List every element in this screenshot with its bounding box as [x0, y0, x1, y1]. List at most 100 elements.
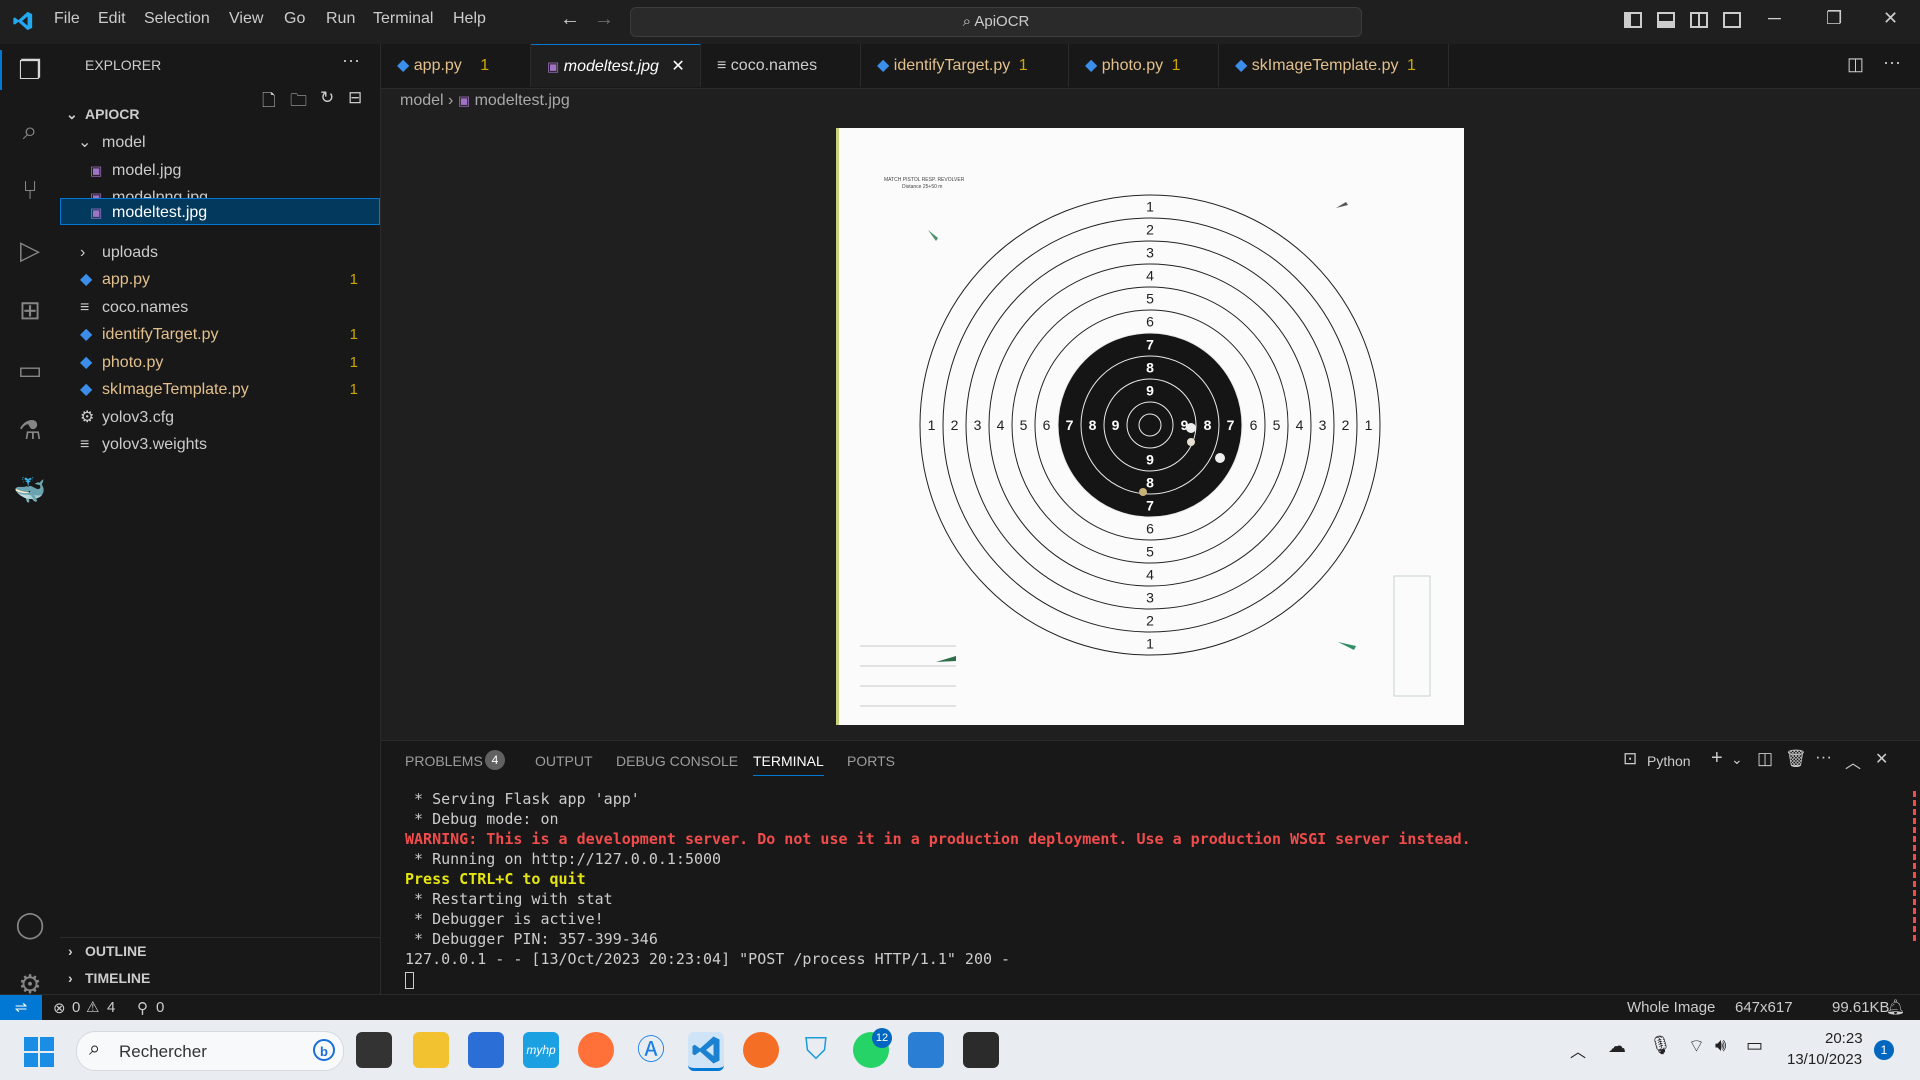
extensions-icon[interactable]: ⊞	[0, 286, 60, 334]
myhp-icon[interactable]: myhp	[523, 1032, 559, 1068]
image-view-mode[interactable]: Whole Image	[1627, 999, 1715, 1016]
firefox-icon[interactable]	[578, 1032, 614, 1068]
outline-section[interactable]: › OUTLINE	[60, 938, 380, 965]
accounts-icon[interactable]: ◯	[0, 900, 60, 948]
tree-file-photo-py[interactable]: ◆ photo.py 1	[60, 349, 380, 376]
clock-time[interactable]: 20:23	[1825, 1030, 1863, 1047]
menu-terminal[interactable]: Terminal	[373, 10, 433, 28]
testing-icon[interactable]: ⚗	[0, 406, 60, 454]
explorer-icon[interactable]: ❐	[0, 46, 60, 94]
onedrive-icon[interactable]: ☁	[1608, 1036, 1626, 1057]
more-actions-icon[interactable]: ···	[1883, 52, 1901, 73]
chevron-up-icon[interactable]: ︿	[1570, 1038, 1586, 1062]
app-icon[interactable]: Ⓐ	[633, 1032, 669, 1068]
ports-icon[interactable]: ⚲	[137, 999, 148, 1017]
tab-photo-py[interactable]: ◆ photo.py 1	[1069, 44, 1219, 87]
tree-file-app-py[interactable]: ◆ app.py 1	[60, 266, 380, 293]
compass-app-icon[interactable]	[743, 1032, 779, 1068]
search-icon[interactable]: ⌕	[0, 106, 60, 154]
breadcrumb-file[interactable]: modeltest.jpg	[475, 92, 570, 109]
new-file-icon[interactable]: 🗋	[262, 88, 276, 117]
docker-icon[interactable]: 🐳	[0, 466, 60, 514]
toggle-panel-icon[interactable]	[1657, 12, 1675, 28]
menu-view[interactable]: View	[229, 10, 263, 28]
split-terminal-icon[interactable]: ◫	[1757, 749, 1773, 769]
close-panel-icon[interactable]: ✕	[1875, 749, 1888, 769]
new-folder-icon[interactable]: 🗀	[290, 88, 307, 117]
trash-icon[interactable]: 🗑	[1785, 749, 1807, 769]
menu-go[interactable]: Go	[284, 10, 305, 28]
tree-file-model-jpg[interactable]: ▣ model.jpg	[60, 157, 380, 184]
error-icon[interactable]: ⊗	[53, 999, 66, 1017]
tab-coco-names[interactable]: ≡ coco.names	[701, 44, 861, 87]
customize-layout-icon[interactable]	[1723, 12, 1741, 28]
close-tab-icon[interactable]: ✕	[671, 58, 684, 75]
tab-problems[interactable]: PROBLEMS	[405, 753, 483, 769]
microsoft-store-icon[interactable]	[468, 1032, 504, 1068]
menu-edit[interactable]: Edit	[98, 10, 126, 28]
shield-app-icon[interactable]: ⛉	[798, 1032, 834, 1068]
tree-file-skimagetemplate-py[interactable]: ◆ skImageTemplate.py 1	[60, 376, 380, 403]
menu-selection[interactable]: Selection	[144, 10, 210, 28]
tab-debug-console[interactable]: DEBUG CONSOLE	[616, 753, 738, 769]
collapse-all-icon[interactable]: ⊟	[348, 88, 362, 108]
menu-run[interactable]: Run	[326, 10, 355, 28]
photos-icon[interactable]	[908, 1032, 944, 1068]
source-control-icon[interactable]: ⑂	[0, 166, 60, 214]
tab-app-py[interactable]: ◆ app.py 1	[381, 44, 531, 87]
tree-file-identifytarget-py[interactable]: ◆ identifyTarget.py 1	[60, 321, 380, 348]
timeline-section[interactable]: › TIMELINE	[60, 965, 380, 992]
split-editor-icon[interactable]: ◫	[1847, 54, 1864, 75]
notification-badge[interactable]: 1	[1874, 1040, 1894, 1060]
tree-file-yolov3-cfg[interactable]: ⚙ yolov3.cfg	[60, 404, 380, 431]
tab-ports[interactable]: PORTS	[847, 753, 895, 769]
tree-file-yolov3-weights[interactable]: ≡ yolov3.weights	[60, 431, 380, 458]
warning-icon[interactable]: ⚠	[86, 998, 99, 1016]
terminal-app-icon[interactable]	[963, 1032, 999, 1068]
tab-terminal[interactable]: TERMINAL	[753, 753, 824, 776]
forward-arrow-icon[interactable]: →	[594, 8, 614, 31]
tree-folder-uploads[interactable]: › uploads	[60, 239, 380, 266]
toggle-secondary-sidebar-icon[interactable]	[1690, 12, 1708, 28]
file-explorer-icon[interactable]	[413, 1032, 449, 1068]
windows-start-icon[interactable]	[24, 1037, 54, 1067]
wifi-icon[interactable]: ⌔	[1688, 1035, 1705, 1058]
terminal-shell-name[interactable]: Python	[1647, 753, 1691, 769]
tree-file-coco-names[interactable]: ≡ coco.names	[60, 294, 380, 321]
refresh-icon[interactable]: ↻	[320, 88, 334, 108]
microphone-icon[interactable]: 🎙︎	[1649, 1035, 1672, 1056]
close-window-icon[interactable]: ✕	[1883, 8, 1898, 29]
command-center-search[interactable]: ⌕ ApiOCR	[630, 7, 1362, 37]
ports-count[interactable]: 0	[156, 999, 164, 1016]
restore-icon[interactable]: ❐	[1826, 8, 1842, 29]
tab-output[interactable]: OUTPUT	[535, 753, 593, 769]
breadcrumb-folder[interactable]: model	[400, 92, 444, 109]
bell-icon[interactable]: 🔔︎	[1886, 998, 1905, 1016]
run-debug-icon[interactable]: ▷	[0, 226, 60, 274]
minimize-icon[interactable]: ─	[1768, 8, 1781, 29]
task-view-icon[interactable]	[356, 1032, 392, 1068]
menu-file[interactable]: File	[54, 10, 80, 28]
image-preview[interactable]: 111122223333444455556666777788889999 MAT…	[836, 128, 1464, 725]
tab-skimagetemplate-py[interactable]: ◆ skImageTemplate.py 1	[1219, 44, 1449, 87]
tree-folder-model[interactable]: ⌄ model	[60, 129, 380, 156]
clock-date[interactable]: 13/10/2023	[1787, 1051, 1862, 1068]
more-actions-icon[interactable]: ···	[1815, 747, 1832, 767]
remote-explorer-icon[interactable]: ▭	[0, 346, 60, 394]
error-count[interactable]: 0	[72, 999, 80, 1016]
tab-identifytarget-py[interactable]: ◆ identifyTarget.py 1	[861, 44, 1069, 87]
warning-count[interactable]: 4	[107, 999, 115, 1016]
volume-icon[interactable]: 🔊︎	[1715, 1035, 1726, 1056]
remote-indicator-icon[interactable]: ⇌	[0, 995, 42, 1021]
vscode-taskbar-icon[interactable]	[688, 1032, 724, 1071]
menu-help[interactable]: Help	[453, 10, 486, 28]
back-arrow-icon[interactable]: ←	[560, 8, 580, 31]
new-terminal-icon[interactable]: +	[1711, 747, 1723, 770]
battery-icon[interactable]: ▭	[1746, 1035, 1763, 1056]
terminal-cursor[interactable]	[405, 972, 414, 989]
more-actions-icon[interactable]: ···	[342, 50, 360, 71]
toggle-sidebar-icon[interactable]	[1624, 12, 1642, 28]
tab-modeltest-jpg[interactable]: ▣ modeltest.jpg ✕	[531, 44, 701, 87]
chevron-down-icon[interactable]: ⌄	[1731, 751, 1743, 768]
maximize-panel-icon[interactable]: ︿	[1845, 749, 1861, 773]
